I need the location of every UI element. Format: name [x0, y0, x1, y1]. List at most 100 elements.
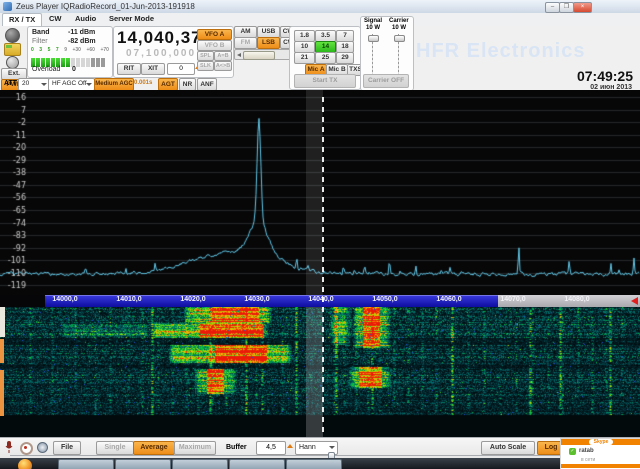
mode-fm[interactable]: FM: [234, 37, 257, 49]
vfo-b-button[interactable]: VFO B: [197, 40, 232, 51]
taskbar-app-button[interactable]: [172, 459, 228, 469]
average-button[interactable]: Average: [133, 441, 175, 455]
record-dot: [24, 446, 27, 449]
filter-passband-overlay-waterfall[interactable]: [306, 307, 324, 437]
mode-lsb[interactable]: LSB: [257, 37, 280, 49]
meter-segment: [101, 58, 105, 67]
meter-scale-label: +70: [100, 47, 108, 53]
frequency-scale-bar[interactable]: 14000,014010,014020,014030,014040,014050…: [0, 295, 640, 307]
maximum-button[interactable]: Maximum: [174, 441, 216, 455]
signal-slider-thumb[interactable]: [368, 35, 379, 42]
scroll-left-icon[interactable]: [237, 53, 241, 57]
meter-scale-label: 3: [39, 47, 42, 53]
rit-button[interactable]: RIT: [117, 63, 141, 75]
tab-server-mode[interactable]: Server Mode: [103, 13, 160, 25]
carrier-slider-thumb[interactable]: [394, 35, 405, 42]
freq-tick-label: 14080,0: [553, 296, 601, 303]
single-button[interactable]: Single: [96, 441, 134, 455]
buffer-spinner[interactable]: 4,5: [256, 441, 286, 455]
band-29[interactable]: 29: [336, 52, 354, 64]
meter-scale-label: 5: [48, 47, 51, 53]
meter-segment: [91, 58, 95, 67]
freq-tick-label: 14060,0: [425, 296, 473, 303]
buffer-up-icon[interactable]: [287, 444, 293, 448]
taskbar-app-button[interactable]: [286, 459, 342, 469]
online-status-icon: ✓: [569, 448, 576, 455]
close-button[interactable]: ×: [573, 2, 592, 13]
xit-button[interactable]: XIT: [141, 63, 165, 75]
skype-footer: [561, 464, 640, 468]
freq-tick-label: 14040,0: [297, 296, 345, 303]
a-equals-b-button[interactable]: A=B: [214, 51, 232, 61]
tuning-knob-icon[interactable]: [5, 28, 20, 43]
agc-time-value: 0.001s: [134, 80, 152, 86]
band-value: -11 dBm: [68, 29, 95, 36]
filter-passband-overlay[interactable]: [306, 90, 324, 295]
minimize-button[interactable]: –: [545, 2, 560, 13]
open-file-folder-icon[interactable]: [4, 43, 21, 56]
file-button[interactable]: File: [53, 441, 81, 455]
maximize-button[interactable]: ❐: [559, 2, 574, 13]
freq-tick-label: 14070,0: [489, 296, 537, 303]
s-meter-bar: [31, 54, 110, 63]
record-icon[interactable]: [20, 442, 33, 455]
scale-end-marker-icon: [631, 297, 638, 305]
window-title: Zeus Player IQRadioRecord_01-Jun-2013-19…: [16, 2, 195, 11]
folder-badge: [6, 45, 12, 48]
s-meter-scale: 03579+30+60+70: [31, 47, 109, 53]
a-swap-b-button[interactable]: A<>B: [214, 61, 232, 71]
split-button[interactable]: SPL: [197, 51, 214, 61]
display-control-bar: File Single Average Maximum Buffer 4,5 H…: [0, 437, 640, 459]
tab-cw[interactable]: CW: [43, 13, 68, 25]
meter-segment: [81, 58, 85, 67]
meter-segment: [76, 58, 80, 67]
meter-segment: [96, 58, 100, 67]
mic-icon[interactable]: [5, 441, 13, 453]
freq-tick-label: 14050,0: [361, 296, 409, 303]
zoom-slider-track[interactable]: [10, 455, 630, 456]
start-tx-button[interactable]: Start TX: [294, 74, 356, 88]
scrollbar-thumb[interactable]: [243, 51, 275, 60]
skype-logo: Skype: [589, 439, 613, 445]
taskbar-app-button[interactable]: [115, 459, 171, 469]
skype-header: Skype: [561, 439, 640, 445]
skype-contact-status: в сети: [581, 457, 595, 463]
background-window-fragment: [0, 307, 5, 337]
overload-value: 0: [72, 66, 76, 73]
start-button[interactable]: [18, 459, 32, 469]
vfo-a-button[interactable]: VFO A: [197, 29, 232, 40]
tuned-frequency-line[interactable]: [322, 97, 324, 437]
band-21[interactable]: 21: [294, 52, 315, 64]
windows-taskbar: [0, 458, 640, 469]
meter-scale-label: +30: [72, 47, 80, 53]
auto-scale-button[interactable]: Auto Scale: [481, 441, 535, 455]
skype-notification[interactable]: Skype ✓ ratab в сети: [560, 438, 640, 469]
signal-label: Signal: [364, 18, 382, 24]
meter-segment: [86, 58, 90, 67]
sub-frequency-display[interactable]: 07,100,000: [126, 48, 196, 59]
att-label: ATT: [4, 80, 17, 87]
buffer-label: Buffer: [226, 444, 247, 451]
background-window-fragment: [0, 370, 4, 416]
background-window-fragment: [0, 339, 4, 363]
app-icon: [3, 2, 12, 11]
filter-label: Filter: [32, 38, 48, 45]
taskbar-app-button[interactable]: [229, 459, 285, 469]
tab-audio[interactable]: Audio: [69, 13, 102, 25]
carrier-off-button[interactable]: Carrier OFF: [363, 74, 409, 88]
slk-button[interactable]: SLK: [197, 61, 214, 71]
tab-rx-tx[interactable]: RX / TX: [2, 13, 42, 26]
tab-strip: RX / TXCWAudioServer Mode: [1, 13, 281, 26]
meter-scale-label: 0: [31, 47, 34, 53]
meter-segment: [61, 58, 65, 67]
filter-value: -82 dBm: [68, 38, 96, 45]
overload-label: Overload: [32, 66, 60, 73]
brand-watermark: HFR Electronics: [416, 40, 585, 63]
taskbar-app-button[interactable]: [58, 459, 114, 469]
display-settings-icon[interactable]: [37, 442, 48, 453]
meter-scale-label: 9: [64, 47, 67, 53]
frequency-panel: 14,040,370 07,100,000 RIT XIT 0 VFO A VF…: [113, 26, 234, 78]
freq-tick-label: 14010,0: [105, 296, 153, 303]
band-25[interactable]: 25: [315, 52, 336, 64]
rit-offset-spinner[interactable]: 0: [167, 63, 195, 75]
